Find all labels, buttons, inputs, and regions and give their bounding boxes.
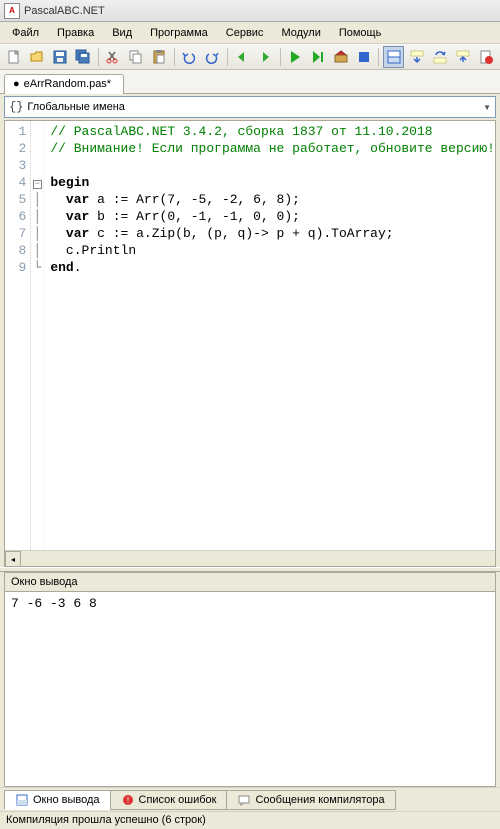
copy-button[interactable] (126, 46, 147, 68)
run-no-debug-button[interactable] (307, 46, 328, 68)
step-out-button[interactable] (452, 46, 473, 68)
scope-dropdown[interactable]: {} Глобальные имена ▼ (4, 96, 496, 118)
horizontal-scrollbar[interactable]: ◂ (5, 550, 495, 566)
menu-service[interactable]: Сервис (218, 25, 272, 41)
save-all-button[interactable] (73, 46, 94, 68)
toolbar-separator (280, 48, 281, 66)
editor-tabs: ● eArrRandom.pas* (0, 70, 500, 94)
menu-program[interactable]: Программа (142, 25, 216, 41)
bottom-tabstrip: Окно вывода ! Список ошибок Сообщения ко… (0, 787, 500, 811)
breakpoint-button[interactable] (475, 46, 496, 68)
step-over-button[interactable] (429, 46, 450, 68)
tab-label: eArrRandom.pas* (24, 78, 111, 90)
step-into-button[interactable] (406, 46, 427, 68)
toolbar-separator (174, 48, 175, 66)
tab-output-label: Окно вывода (33, 794, 100, 806)
menu-view[interactable]: Вид (104, 25, 140, 41)
fold-column[interactable]: − ││││└ (31, 121, 44, 550)
title-bar: A PascalABC.NET (0, 0, 500, 22)
editor-container: 123456789 − ││││└ // PascalABC.NET 3.4.2… (4, 120, 496, 567)
run-button[interactable] (284, 46, 305, 68)
output-panel: Окно вывода 7 -6 -3 6 8 (4, 572, 496, 787)
tab-output[interactable]: Окно вывода (4, 790, 111, 810)
braces-icon: {} (9, 100, 23, 114)
window-title: PascalABC.NET (24, 5, 105, 17)
menu-bar: Файл Правка Вид Программа Сервис Модули … (0, 22, 500, 44)
back-button[interactable] (232, 46, 253, 68)
undo-button[interactable] (179, 46, 200, 68)
toolbar (0, 44, 500, 70)
stop-button[interactable] (353, 46, 374, 68)
tab-errors-label: Список ошибок (139, 794, 217, 806)
menu-edit[interactable]: Правка (49, 25, 102, 41)
code-editor[interactable]: 123456789 − ││││└ // PascalABC.NET 3.4.2… (5, 121, 495, 550)
scroll-left-icon[interactable]: ◂ (5, 551, 21, 567)
status-bar: Компиляция прошла успешно (6 строк) (0, 811, 500, 829)
build-button[interactable] (330, 46, 351, 68)
fold-toggle-icon[interactable]: − (33, 180, 42, 189)
modified-indicator-icon: ● (13, 78, 20, 90)
error-list-icon: ! (121, 793, 135, 807)
code-area[interactable]: // PascalABC.NET 3.4.2, сборка 1837 от 1… (44, 121, 495, 550)
chevron-down-icon: ▼ (483, 103, 491, 112)
toolbar-separator (227, 48, 228, 66)
messages-icon (237, 793, 251, 807)
scope-label: Глобальные имена (27, 101, 125, 113)
line-gutter: 123456789 (5, 121, 31, 550)
svg-text:!: ! (126, 796, 128, 805)
menu-help[interactable]: Помощь (331, 25, 390, 41)
cut-button[interactable] (103, 46, 124, 68)
save-button[interactable] (50, 46, 71, 68)
menu-file[interactable]: Файл (4, 25, 47, 41)
menu-modules[interactable]: Модули (273, 25, 328, 41)
forward-button[interactable] (255, 46, 276, 68)
output-icon (15, 793, 29, 807)
status-text: Компиляция прошла успешно (6 строк) (6, 814, 206, 826)
toggle-output-button[interactable] (383, 46, 404, 68)
tab-compiler-messages[interactable]: Сообщения компилятора (226, 790, 395, 810)
paste-button[interactable] (149, 46, 170, 68)
file-tab[interactable]: ● eArrRandom.pas* (4, 74, 124, 94)
output-text[interactable]: 7 -6 -3 6 8 (5, 592, 495, 786)
output-title: Окно вывода (5, 573, 495, 592)
new-file-button[interactable] (4, 46, 25, 68)
tab-compiler-label: Сообщения компилятора (255, 794, 384, 806)
toolbar-separator (378, 48, 379, 66)
toolbar-separator (98, 48, 99, 66)
app-icon: A (4, 3, 20, 19)
tab-errors[interactable]: ! Список ошибок (110, 790, 228, 810)
open-file-button[interactable] (27, 46, 48, 68)
redo-button[interactable] (202, 46, 223, 68)
